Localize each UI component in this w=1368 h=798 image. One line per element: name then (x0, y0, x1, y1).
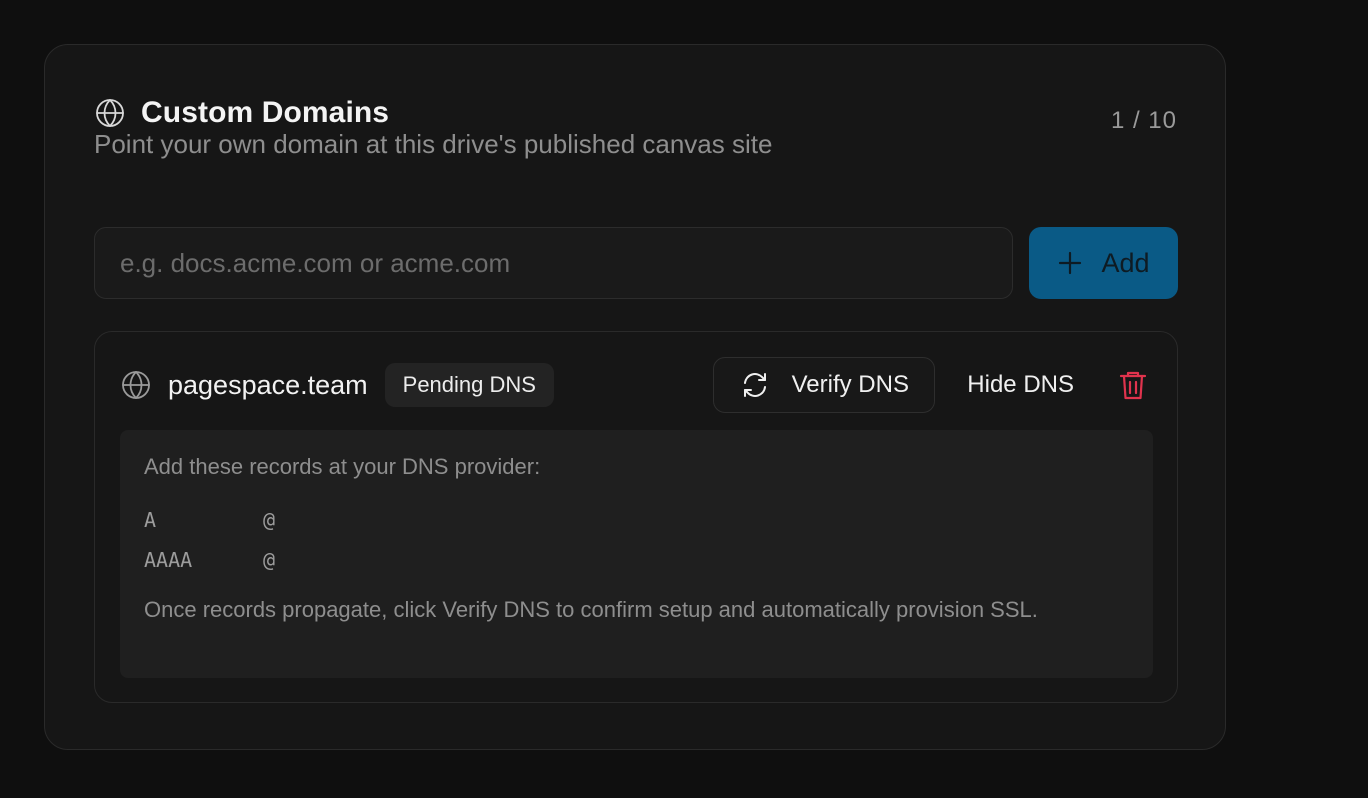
verify-dns-button[interactable]: Verify DNS (713, 357, 936, 413)
verify-dns-label: Verify DNS (791, 371, 909, 398)
refresh-icon (740, 370, 770, 400)
record-name: @ (263, 508, 276, 532)
dns-note-text: Once records propagate, click Verify DNS… (144, 597, 1038, 622)
plus-icon (1057, 250, 1083, 276)
add-button-label: Add (1101, 247, 1150, 278)
domain-count: 1 / 10 (1110, 107, 1177, 134)
dns-records: A @ AAAA @ (144, 500, 1129, 580)
status-badge: Pending DNS (384, 363, 554, 407)
page-title: Custom Domains (141, 96, 390, 129)
add-domain-button[interactable]: Add (1029, 227, 1178, 299)
record-type: A (144, 508, 157, 532)
dns-record-row: A @ (144, 500, 1129, 540)
domain-list-item: pagespace.team Pending DNS Verify DNS Hi… (94, 331, 1178, 703)
record-name: @ (263, 548, 276, 572)
title-row: Custom Domains (94, 93, 1177, 133)
domain-name: pagespace.team (168, 369, 368, 400)
dns-instructions-panel: Add these records at your DNS provider: … (120, 430, 1153, 678)
hide-dns-button[interactable]: Hide DNS (967, 371, 1074, 399)
globe-icon (94, 97, 126, 129)
record-type: AAAA (144, 548, 193, 572)
card-header: Custom Domains Point your own domain at … (94, 93, 1177, 160)
domain-input[interactable] (94, 227, 1013, 299)
trash-icon (1119, 371, 1147, 400)
dns-intro-text: Add these records at your DNS provider: (144, 454, 541, 479)
custom-domains-card: Custom Domains Point your own domain at … (44, 44, 1226, 750)
delete-domain-button[interactable] (1118, 369, 1148, 401)
dns-record-row: AAAA @ (144, 540, 1129, 580)
domain-item-header: pagespace.team Pending DNS Verify DNS Hi… (120, 356, 1152, 414)
add-domain-form: Add (94, 227, 1178, 299)
page-subtitle: Point your own domain at this drive's pu… (94, 129, 773, 159)
globe-icon (120, 369, 152, 401)
